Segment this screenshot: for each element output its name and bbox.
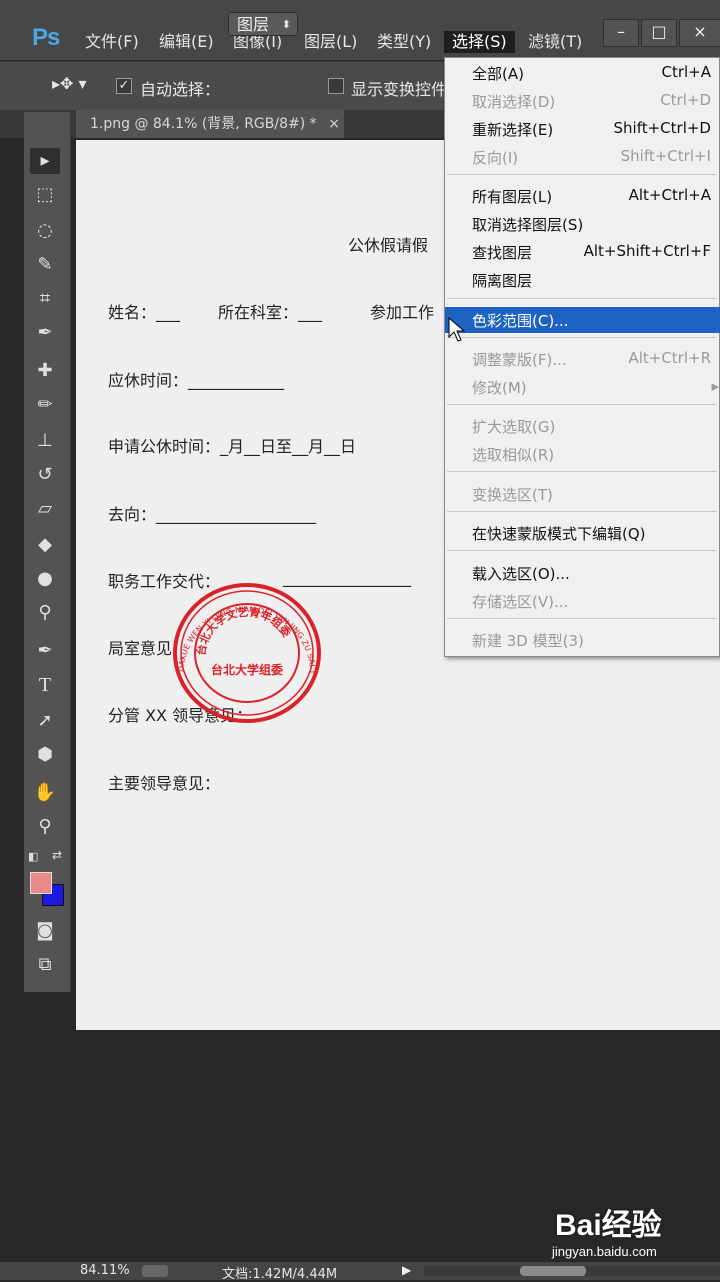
menu-type[interactable]: 类型(Y) xyxy=(377,31,431,53)
menu-separator xyxy=(447,337,717,338)
menu-item-refine-mask[interactable]: 调整蒙版(F)... Alt+Ctrl+R xyxy=(445,346,720,372)
menu-select[interactable]: 选择(S) xyxy=(444,31,515,53)
shape-tool-icon[interactable]: ⬢ xyxy=(30,742,60,768)
menu-item-similar[interactable]: 选取相似(R) xyxy=(445,441,720,467)
clone-stamp-tool-icon[interactable]: ⊥ xyxy=(30,428,60,454)
zoom-tool-icon[interactable]: ⚲ xyxy=(30,814,60,840)
restore-button[interactable]: □ xyxy=(641,19,677,47)
menu-item-color-range[interactable]: 色彩范围(C)... xyxy=(445,307,720,333)
destination-field: 去向：____________________ xyxy=(108,505,317,524)
auto-select-value: 图层 xyxy=(237,15,270,34)
menu-item-load-selection[interactable]: 载入选区(O)... xyxy=(445,560,720,586)
watermark-url: jingyan.baidu.com xyxy=(552,1244,657,1259)
stamp-outer-text: DAKUE WEN YI QING NIAN DEI TAN JING ZU S… xyxy=(172,582,317,675)
document-tab-title: 1.png @ 84.1% (背景, RGB/8#) * xyxy=(90,116,317,132)
department-field: 所在科室：___ xyxy=(218,303,323,322)
show-transform-label: 显示变换控件 xyxy=(351,80,448,99)
menu-separator xyxy=(447,618,717,619)
menu-item-select-all[interactable]: 全部(A) Ctrl+A xyxy=(445,60,720,86)
baidu-jingyan-watermark: Bai经验 xyxy=(555,1209,662,1242)
default-colors-icon[interactable]: ◧ xyxy=(28,850,38,863)
menu-item-reselect[interactable]: 重新选择(E) Shift+Ctrl+D xyxy=(445,116,720,142)
quick-select-tool-icon[interactable]: ✎ xyxy=(30,252,60,278)
status-menu-arrow-icon[interactable]: ▶ xyxy=(402,1263,411,1277)
updown-arrow-icon: ⬍ xyxy=(281,18,291,31)
menu-separator xyxy=(447,174,717,175)
menu-item-quick-mask[interactable]: 在快速蒙版模式下编辑(Q) xyxy=(445,520,720,546)
type-tool-icon[interactable]: T xyxy=(30,672,60,698)
menu-separator xyxy=(447,471,717,472)
tab-close-icon[interactable]: × xyxy=(328,110,340,138)
paint-bucket-tool-icon[interactable]: ◆ xyxy=(30,532,60,558)
stamp-arc-text: 台北大学文艺青年组委 xyxy=(194,605,295,657)
red-seal-stamp: DAKUE WEN YI QING NIAN DEI TAN JING ZU S… xyxy=(172,582,321,723)
menu-item-new-3d-model[interactable]: 新建 3D 模型(3) xyxy=(445,627,720,653)
main-opinion-field: 主要领导意见： xyxy=(108,774,221,793)
document-tab[interactable]: 1.png @ 84.1% (背景, RGB/8#) * × xyxy=(76,110,344,138)
menu-file[interactable]: 文件(F) xyxy=(85,31,139,53)
eyedropper-tool-icon[interactable]: ✒ xyxy=(30,320,60,346)
stamp-center-text: 台北大学组委 xyxy=(211,662,284,677)
menu-separator xyxy=(447,298,717,299)
apply-time-field: 申请公休时间：_月__日至__月__日 xyxy=(108,437,357,456)
blur-tool-icon[interactable]: ● xyxy=(30,566,60,592)
swap-colors-icon[interactable]: ⇄ xyxy=(52,848,62,862)
menu-item-find-layers[interactable]: 查找图层 Alt+Shift+Ctrl+F xyxy=(445,239,720,265)
screen-mode-icon[interactable]: ⧉ xyxy=(30,952,60,978)
menu-separator xyxy=(447,404,717,405)
zoom-level[interactable]: 84.11% xyxy=(80,1263,130,1278)
hand-tool-icon[interactable]: ✋ xyxy=(30,780,60,806)
foreground-color-swatch[interactable] xyxy=(30,872,52,894)
menu-item-inverse[interactable]: 反向(I) Shift+Ctrl+I xyxy=(445,144,720,170)
menu-item-save-selection[interactable]: 存储选区(V)... xyxy=(445,588,720,614)
status-preview-icon[interactable] xyxy=(142,1265,168,1277)
menu-item-isolate-layers[interactable]: 隔离图层 xyxy=(445,267,720,293)
crop-tool-icon[interactable]: ⌗ xyxy=(30,286,60,312)
dodge-tool-icon[interactable]: ⚲ xyxy=(30,600,60,626)
pen-tool-icon[interactable]: ✒ xyxy=(30,638,60,664)
menu-item-deselect[interactable]: 取消选择(D) Ctrl+D xyxy=(445,88,720,114)
brush-tool-icon[interactable]: ✏ xyxy=(30,392,60,418)
menu-item-deselect-layers[interactable]: 取消选择图层(S) xyxy=(445,211,720,237)
rest-time-field: 应休时间：____________ xyxy=(108,371,285,390)
select-menu-dropdown: 全部(A) Ctrl+A 取消选择(D) Ctrl+D 重新选择(E) Shift+C… xyxy=(444,57,720,657)
quick-mask-icon[interactable]: ◙ xyxy=(30,918,60,944)
menu-item-transform-selection[interactable]: 变换选区(T) xyxy=(445,481,720,507)
menu-edit[interactable]: 编辑(E) xyxy=(159,31,214,53)
history-brush-tool-icon[interactable]: ↺ xyxy=(30,462,60,488)
auto-select-label: 自动选择： xyxy=(140,80,221,99)
move-tool-icon[interactable]: ▸ xyxy=(30,148,60,174)
auto-select-dropdown[interactable]: 图层 ⬍ xyxy=(228,12,298,36)
menu-filter[interactable]: 滤镜(T) xyxy=(528,31,582,53)
auto-select-checkbox[interactable]: ✓ xyxy=(116,78,132,94)
menu-item-all-layers[interactable]: 所有图层(L) Alt+Ctrl+A xyxy=(445,183,720,209)
menu-item-grow[interactable]: 扩大选取(G) xyxy=(445,413,720,439)
menu-layer[interactable]: 图层(L) xyxy=(304,31,357,53)
photoshop-logo: Ps xyxy=(32,24,60,51)
close-button[interactable]: × xyxy=(679,19,720,47)
path-selection-tool-icon[interactable]: ➚ xyxy=(30,708,60,734)
document-size: 文档:1.42M/4.44M xyxy=(222,1267,338,1282)
menu-item-modify[interactable]: 修改(M) ▸ xyxy=(445,374,720,400)
eraser-tool-icon[interactable]: ▱ xyxy=(30,496,60,522)
lasso-tool-icon[interactable]: ◌ xyxy=(30,218,60,244)
mouse-cursor-icon xyxy=(448,317,466,342)
menu-separator xyxy=(447,511,717,512)
join-work-field: 参加工作 xyxy=(370,303,435,322)
scrollbar-thumb[interactable] xyxy=(520,1266,586,1276)
healing-brush-tool-icon[interactable]: ✚ xyxy=(30,358,60,384)
minimize-button[interactable]: – xyxy=(603,19,639,47)
menu-separator xyxy=(447,550,717,551)
office-opinion-field: 局室意见 xyxy=(108,639,173,658)
document-title: 公休假请假 xyxy=(348,236,429,255)
name-field: 姓名：___ xyxy=(108,303,181,322)
tools-panel: ▸ ⬚ ◌ ✎ ⌗ ✒ ✚ ✏ ⊥ ↺ ▱ ◆ ● ⚲ ✒ T ➚ ⬢ ✋ ⚲ … xyxy=(24,112,71,992)
show-transform-checkbox[interactable] xyxy=(328,78,344,94)
move-tool-preset-icon[interactable]: ▸✥ ▾ xyxy=(52,74,87,93)
marquee-tool-icon[interactable]: ⬚ xyxy=(30,182,60,208)
